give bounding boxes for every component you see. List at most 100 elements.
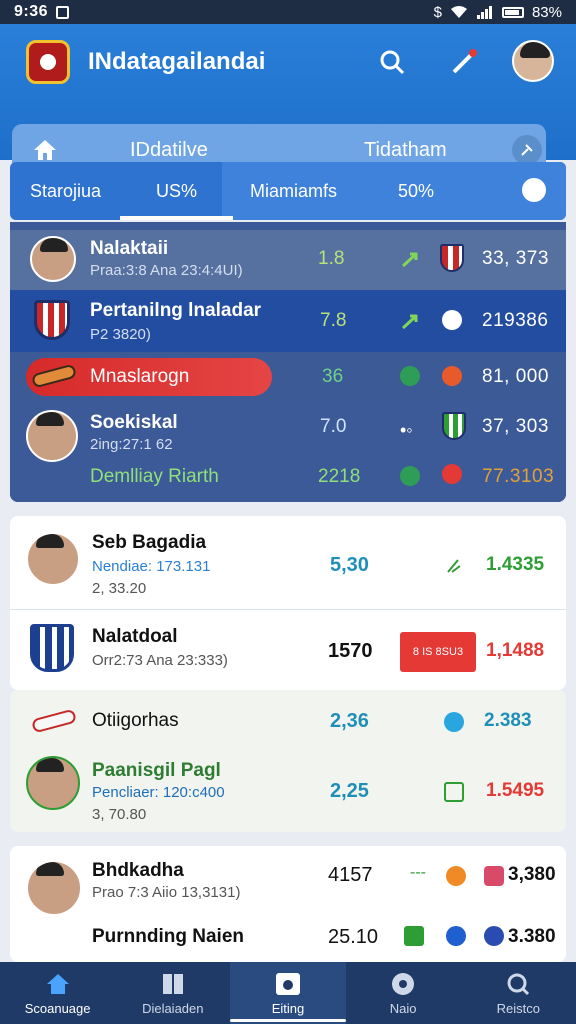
chat-icon[interactable]: [522, 178, 546, 202]
player-avatar: [30, 236, 76, 282]
currency-icon: [400, 366, 420, 386]
badge-icon: [446, 866, 466, 886]
tab-starojiua[interactable]: Starojiua: [30, 162, 101, 220]
app-title: INdatagailandai: [88, 48, 266, 75]
list-item[interactable]: Paanisgil Pagl Pencliaer: 120:c400 3, 70…: [10, 746, 566, 832]
player-sub: Nendiae: 173.131: [92, 558, 211, 575]
home-indicator: [230, 1019, 346, 1022]
nav-item-scoanuage[interactable]: Scoanuage: [0, 962, 115, 1024]
score-value: 1.5495: [486, 780, 545, 801]
player-avatar: [26, 756, 80, 810]
odds-number: 1570: [328, 640, 373, 662]
profile-avatar[interactable]: [512, 40, 554, 82]
signal-icon: [476, 6, 492, 19]
team-icon: [442, 366, 462, 386]
list-item[interactable]: Nalatdoal Orr2:73 Ana 23:333) 1570 8 IS …: [10, 610, 566, 690]
bottom-navigation: Scoanuage Dielaiaden Eiting Naio Reistco: [0, 962, 576, 1024]
player-name: Paanisgil Pagl: [92, 760, 221, 781]
trend-up-icon: [401, 252, 418, 268]
subbar-right-label[interactable]: Tidatham: [364, 139, 447, 162]
list-card: Seb Bagadia Nendiae: 173.131 2, 33.20 5,…: [10, 516, 566, 690]
live-row-group[interactable]: Soekiskal 2ing:27:1 62 7.0 •◦ 37, 303 De…: [10, 402, 566, 502]
list-item[interactable]: Seb Bagadia Nendiae: 173.131 2, 33.20 5,…: [10, 516, 566, 610]
score-value: 37, 303: [482, 416, 549, 437]
live-row-highlighted[interactable]: Mnaslarogn 36 81, 000: [10, 352, 566, 402]
player-avatar: [26, 532, 80, 586]
trophy-icon: [484, 866, 504, 886]
list-item[interactable]: Bhdkadha Prao 7:3 Aiio 13,3131) 4157 ---…: [10, 846, 566, 916]
nav-item-naio[interactable]: Naio: [346, 962, 461, 1024]
odds-number: 4157: [328, 864, 373, 886]
player-sub: 2ing:27:1 62: [90, 436, 173, 453]
nav-label: Dielaiaden: [142, 1000, 204, 1016]
player-avatar: [26, 410, 78, 462]
grid-icon: [160, 971, 186, 997]
list-card: Otiigorhas 2,36 2.383 Paanisgil Pagl Pen…: [10, 690, 566, 832]
badge-icon: [446, 926, 466, 946]
live-matches-panel: Nalaktaii Praa:3:8 Ana 23:4:4UI) 1.8 33,…: [10, 222, 566, 502]
notification-icon: [56, 5, 70, 19]
list-item[interactable]: Purnnding Naien 25.10 3.380: [10, 908, 566, 962]
battery-percent: 83%: [531, 3, 562, 21]
player-sub2: 2, 33.20: [92, 580, 147, 597]
score-value: 1,1488: [486, 640, 545, 661]
score-value: 2.383: [484, 710, 532, 731]
wifi-icon: [450, 6, 467, 18]
score-value: 33, 373: [482, 248, 549, 269]
player-name: Seb Bagadia: [92, 532, 207, 553]
camera-icon: [275, 971, 301, 997]
tab-miamiamfs[interactable]: Miamiamfs: [250, 162, 337, 220]
shield-icon: [484, 926, 504, 946]
subbar-left-label[interactable]: IDdatilve: [130, 139, 208, 162]
pen-icon: [452, 49, 477, 74]
nav-item-dielaiaden[interactable]: Dielaiaden: [115, 962, 230, 1024]
home-icon: [34, 140, 56, 160]
club-crest-icon: [34, 300, 70, 340]
search-button[interactable]: [374, 44, 410, 80]
shirt-icon: [404, 926, 424, 946]
battery-icon: [501, 6, 524, 18]
dots-text: ---: [410, 864, 426, 881]
player-name: Nalaktaii: [90, 238, 169, 259]
odds-number: 5,30: [330, 554, 369, 576]
player-sub: Praa:3:8 Ana 23:4:4UI): [90, 262, 243, 279]
odds-number: 7.0: [320, 416, 347, 437]
status-time: 9:36: [14, 3, 49, 20]
search-icon: [505, 971, 531, 997]
player-sub2: 3, 70.80: [92, 806, 147, 823]
ball-icon: [390, 971, 416, 997]
star-icon: [442, 464, 462, 484]
home-icon: [45, 971, 71, 997]
live-row[interactable]: Nalaktaii Praa:3:8 Ana 23:4:4UI) 1.8 33,…: [10, 230, 566, 290]
nav-item-reistco[interactable]: Reistco: [461, 962, 576, 1024]
tab-bar: Starojiua US% Miamiamfs 50%: [10, 162, 566, 220]
home-button[interactable]: [12, 138, 78, 162]
score-value: 77.3103: [482, 466, 555, 487]
odds-number: 36: [322, 366, 344, 387]
tab-us-percent[interactable]: US%: [119, 162, 234, 220]
score-value: 219386: [482, 310, 549, 331]
odds-badge[interactable]: 8 IS 8SU3: [400, 632, 476, 672]
score-value: 3,380: [508, 864, 556, 885]
player-sub: Prao 7:3 Aiio 13,3131): [92, 884, 241, 901]
pin-button[interactable]: [512, 135, 542, 165]
tab-50-percent[interactable]: 50%: [398, 162, 434, 220]
ball-icon: [442, 310, 462, 330]
odds-number: 2,36: [330, 710, 369, 732]
live-row[interactable]: Pertanilng lnaladar P2 3820) 7.8 219386: [10, 290, 566, 352]
club-crest-icon: [30, 624, 74, 672]
list-item[interactable]: Otiigorhas 2,36 2.383: [10, 690, 566, 746]
odds-number: 2218: [318, 466, 361, 487]
team-name: Demlliay Riarth: [90, 466, 219, 487]
trend-up-icon: [401, 314, 418, 330]
club-crest-icon: [440, 244, 464, 272]
nav-item-eiting[interactable]: Eiting: [230, 962, 346, 1024]
score-value: 3.380: [508, 926, 556, 947]
pin-icon: [521, 144, 533, 156]
player-name: Purnnding Naien: [92, 926, 244, 947]
odds-number: 25.10: [328, 926, 379, 948]
status-extra: $: [433, 3, 442, 21]
app-logo[interactable]: [26, 40, 70, 84]
edit-button[interactable]: [446, 44, 482, 80]
status-bar: 9:36 $ 83%: [0, 0, 576, 24]
